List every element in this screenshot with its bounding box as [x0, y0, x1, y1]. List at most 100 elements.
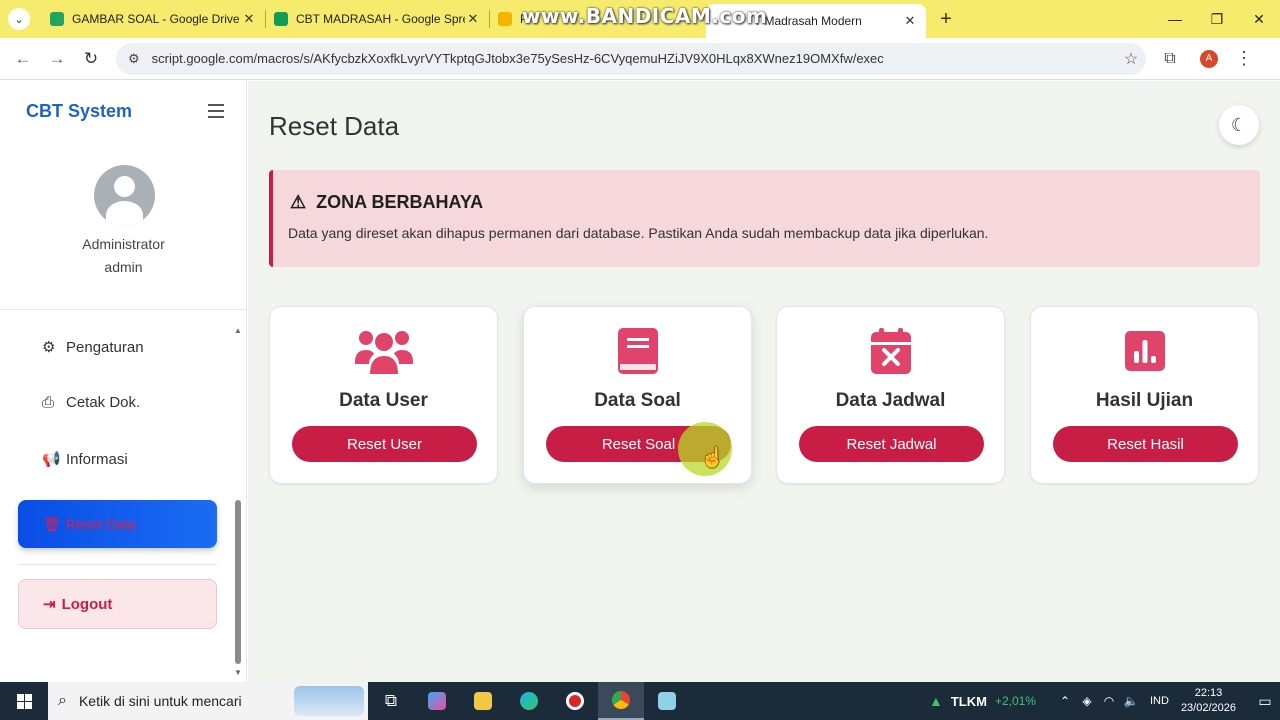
- card-label: Data User: [339, 390, 428, 411]
- language-indicator[interactable]: IND: [1150, 695, 1169, 707]
- back-icon[interactable]: ←: [6, 49, 40, 69]
- close-tab-icon[interactable]: ✕: [902, 13, 918, 29]
- sidebar: CBT System Administrator admin ⚙ Pengatu…: [0, 81, 247, 682]
- card-label: Data Jadwal: [835, 390, 946, 411]
- taskbar-search-placeholder: Ketik di sini untuk mencari: [78, 693, 242, 709]
- browser-menu-icon[interactable]: ⋮: [1228, 48, 1260, 69]
- edge-icon[interactable]: [506, 682, 552, 720]
- reset-card-jadwal: Data Jadwal Reset Jadwal: [776, 306, 1005, 484]
- reset-hasil-button[interactable]: Reset Hasil: [1053, 426, 1238, 462]
- chevron-up-icon[interactable]: ⌃: [1054, 694, 1076, 708]
- tab-title: CBT MADRASAH - Google Spre: [296, 12, 465, 26]
- search-icon: ⌕: [58, 692, 67, 709]
- sidebar-item-reset-data[interactable]: 🗑 Reset Data: [18, 500, 217, 548]
- reset-user-button[interactable]: Reset User: [292, 426, 477, 462]
- file-explorer-icon[interactable]: [460, 682, 506, 720]
- extensions-icon[interactable]: ⧉: [1152, 50, 1188, 68]
- sidebar-scrollbar-thumb[interactable]: [235, 500, 241, 664]
- reset-card-user: Data User Reset User: [269, 306, 498, 484]
- bar-chart-icon: [1031, 325, 1258, 377]
- alert-text: Data yang direset akan dihapus permanen …: [288, 225, 989, 241]
- sidebar-item-informasi[interactable]: 📢 Informasi: [42, 450, 128, 469]
- url-text: script.google.com/macros/s/AKfycbzkXoxfk…: [151, 51, 884, 66]
- apps-script-icon: [498, 12, 512, 26]
- restore-icon[interactable]: ❐: [1196, 0, 1238, 38]
- volume-icon[interactable]: 🔈: [1120, 694, 1142, 708]
- card-label: Hasil Ujian: [1095, 390, 1194, 411]
- reload-icon[interactable]: ↻: [74, 49, 108, 69]
- bandicam-icon[interactable]: [552, 682, 598, 720]
- reset-jadwal-button[interactable]: Reset Jadwal: [799, 426, 984, 462]
- logout-button[interactable]: ⇥ Logout: [18, 579, 217, 629]
- wifi-icon[interactable]: ◠: [1098, 694, 1120, 708]
- new-tab-icon[interactable]: +: [932, 8, 960, 31]
- sidebar-item-label: Pengaturan: [66, 338, 144, 356]
- dark-mode-toggle[interactable]: ☾: [1219, 105, 1259, 145]
- start-button[interactable]: [0, 682, 48, 720]
- user-name: admin: [104, 259, 143, 275]
- moon-icon: ☾: [1230, 114, 1248, 135]
- window-controls: — ❐ ✕: [1154, 0, 1280, 38]
- profile-avatar[interactable]: A: [1200, 49, 1218, 68]
- windows-logo-icon: [16, 693, 32, 709]
- trash-icon: 🗑: [43, 515, 61, 532]
- close-tab-icon[interactable]: ✕: [465, 11, 481, 27]
- notepad-icon[interactable]: [644, 682, 690, 720]
- tab-search-button[interactable]: ⌄: [8, 8, 30, 30]
- card-label: Data Soal: [594, 390, 681, 411]
- clock[interactable]: 22:13 23/02/2026: [1181, 686, 1236, 716]
- brand-title: CBT System: [26, 101, 133, 121]
- sidebar-item-pengaturan[interactable]: ⚙ Pengaturan: [42, 338, 144, 357]
- alert-title: ⚠ ZONA BERBAHAYA: [290, 192, 483, 213]
- users-icon: [270, 325, 497, 377]
- browser-tab[interactable]: CBT MADRASAH - Google Spre ✕: [266, 0, 489, 38]
- alert-title-text: ZONA BERBAHAYA: [316, 192, 484, 212]
- trend-up-icon: ▲: [928, 693, 943, 709]
- taskbar: ⌕ Ketik di sini untuk mencari ⧉ ▲ TLKM +…: [0, 682, 1280, 720]
- notification-icon[interactable]: ▭: [1250, 693, 1280, 710]
- reset-card-hasil: Hasil Ujian Reset Hasil: [1030, 306, 1259, 484]
- sidebar-item-label: Informasi: [66, 450, 128, 468]
- main-content: Reset Data ☾ ⚠ ZONA BERBAHAYA Data yang …: [248, 81, 1280, 682]
- network-icon[interactable]: ◈: [1076, 694, 1098, 708]
- sheets-icon: [274, 12, 288, 26]
- clock-date: 23/02/2026: [1180, 702, 1236, 714]
- site-info-icon[interactable]: ⚙: [128, 51, 140, 67]
- printer-icon: ⎙: [42, 394, 55, 411]
- tab-title: GAMBAR SOAL - Google Drive: [72, 12, 240, 26]
- drive-icon: [50, 12, 64, 26]
- sidebar-item-label: Cetak Dok.: [66, 394, 141, 411]
- danger-alert: ⚠ ZONA BERBAHAYA Data yang direset akan …: [269, 170, 1260, 267]
- gear-icon: ⚙: [42, 339, 56, 356]
- user-role: Administrator: [82, 236, 165, 252]
- scroll-up-arrow[interactable]: ▲: [234, 326, 242, 335]
- scroll-down-arrow[interactable]: ▼: [234, 668, 242, 677]
- browser-tab[interactable]: GAMBAR SOAL - Google Drive ✕: [42, 0, 265, 38]
- hand-cursor-icon: ☝: [700, 447, 725, 469]
- logout-label: Logout: [61, 595, 113, 613]
- stock-widget[interactable]: ▲ TLKM +2,01%: [929, 693, 1036, 709]
- megaphone-icon: 📢: [42, 451, 61, 468]
- hamburger-menu-icon[interactable]: [204, 99, 228, 123]
- copilot-icon[interactable]: [414, 682, 460, 720]
- clock-time: 22:13: [1194, 687, 1223, 699]
- sidebar-divider: [18, 564, 217, 565]
- taskbar-search[interactable]: ⌕ Ketik di sini untuk mencari: [48, 682, 368, 720]
- system-tray: ▲ TLKM +2,01% ⌃ ◈ ◠ 🔈 IND 22:13 23/02/20…: [929, 682, 1280, 720]
- forward-icon[interactable]: →: [40, 49, 74, 69]
- task-view-icon[interactable]: ⧉: [368, 682, 414, 720]
- minimize-icon[interactable]: —: [1154, 0, 1196, 38]
- stock-name: TLKM: [950, 693, 987, 709]
- url-field[interactable]: ⚙ script.google.com/macros/s/AKfycbzkXox…: [116, 42, 1146, 75]
- chrome-icon[interactable]: [598, 682, 644, 720]
- sidebar-divider: [0, 309, 247, 310]
- sidebar-item-label: Reset Data: [65, 516, 136, 532]
- calendar-x-icon: [777, 325, 1004, 377]
- bookmark-star-icon[interactable]: ☆: [1116, 49, 1146, 69]
- user-avatar: [94, 165, 155, 226]
- close-window-icon[interactable]: ✕: [1238, 0, 1280, 38]
- close-tab-icon[interactable]: ✕: [241, 11, 257, 27]
- logout-icon: ⇥: [43, 596, 56, 613]
- sidebar-item-cetak[interactable]: ⎙ Cetak Dok.: [42, 394, 140, 411]
- stock-change: +2,01%: [994, 694, 1036, 708]
